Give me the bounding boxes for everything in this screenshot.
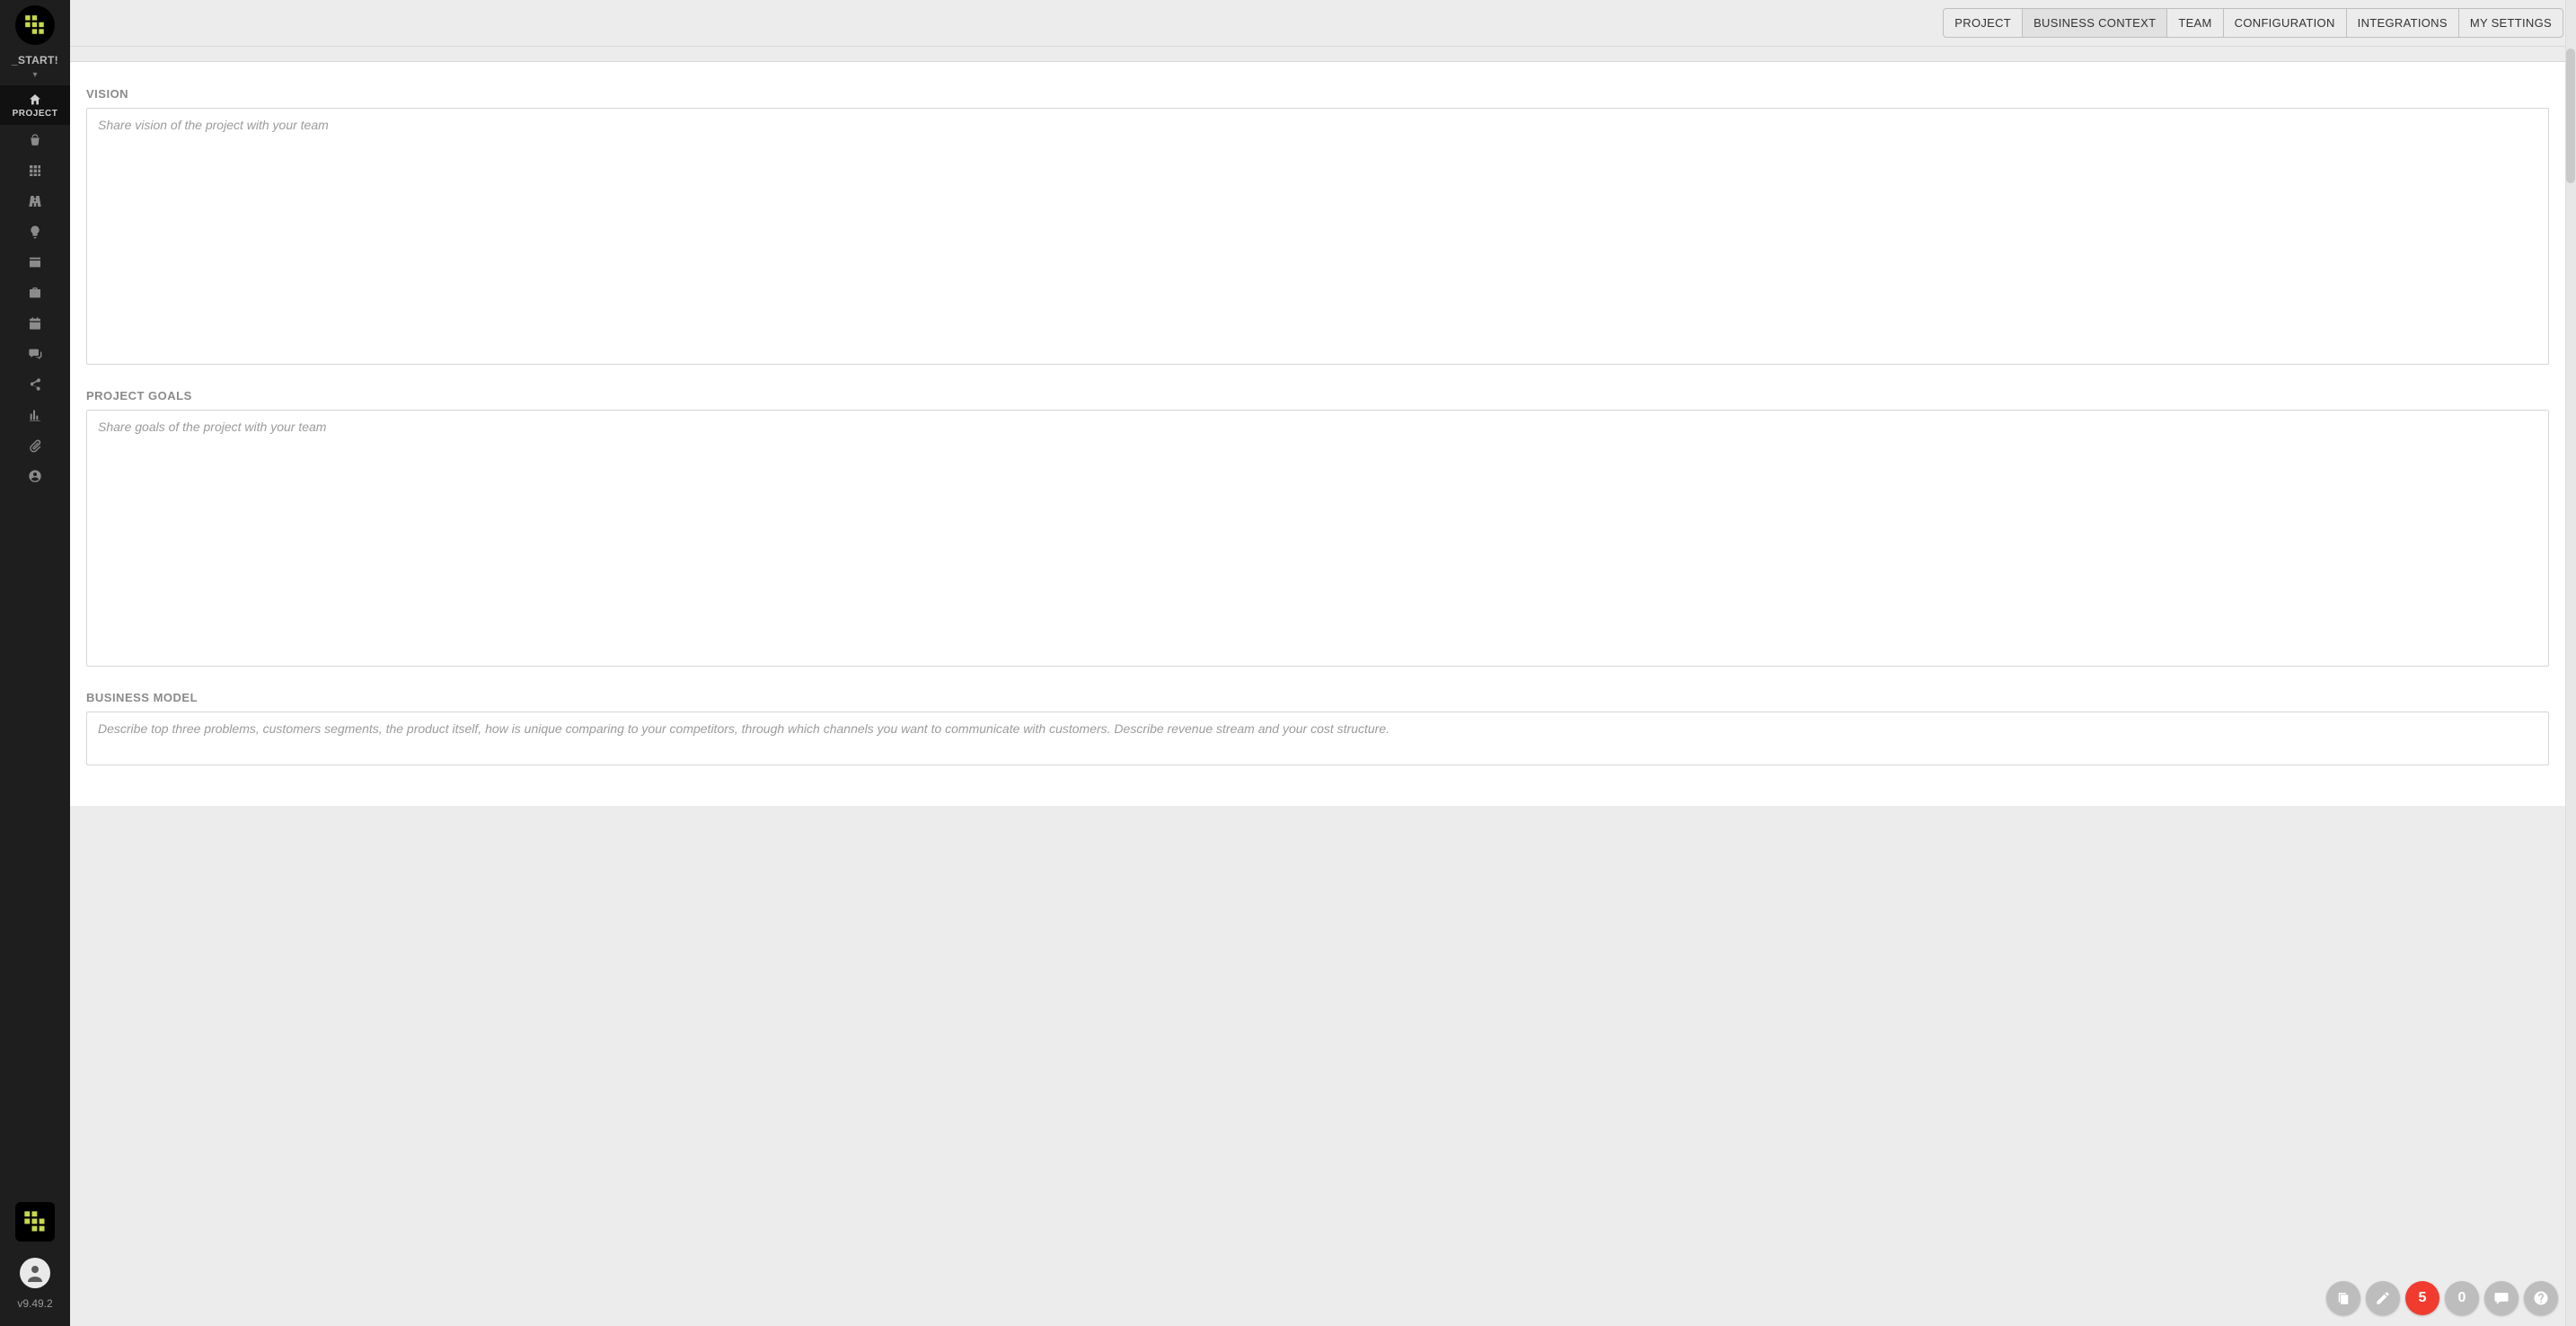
fab-notifications[interactable]: 5 xyxy=(2405,1281,2439,1315)
calendar-icon xyxy=(28,316,42,331)
user-avatar[interactable] xyxy=(0,1258,70,1288)
business-model-textarea[interactable] xyxy=(86,712,2549,765)
sidebar-item-attachments[interactable] xyxy=(0,430,70,461)
fab-chat[interactable] xyxy=(2484,1281,2519,1315)
sidebar-project-title[interactable]: _START! xyxy=(0,54,70,66)
top-tabs: PROJECT BUSINESS CONTEXT TEAM CONFIGURAT… xyxy=(1943,8,2563,38)
section-project-goals-label: PROJECT GOALS xyxy=(86,389,2549,402)
app-logo-icon[interactable] xyxy=(15,5,55,45)
tab-project[interactable]: PROJECT xyxy=(1943,8,2023,38)
board-icon xyxy=(28,255,42,270)
sidebar-item-road[interactable] xyxy=(0,186,70,217)
tab-integrations[interactable]: INTEGRATIONS xyxy=(2346,8,2459,38)
user-circle-icon xyxy=(28,469,42,483)
copy-icon xyxy=(2335,1290,2351,1306)
fab-copy[interactable] xyxy=(2326,1281,2360,1315)
chevron-down-icon[interactable]: ▾ xyxy=(0,70,70,80)
right-scrollbar[interactable] xyxy=(2565,0,2576,1326)
tab-business-context[interactable]: BUSINESS CONTEXT xyxy=(2022,8,2167,38)
bar-chart-icon xyxy=(28,408,42,422)
grid-logo-small-icon xyxy=(22,1209,48,1234)
sidebar-item-reports[interactable] xyxy=(0,400,70,430)
section-business-model-label: BUSINESS MODEL xyxy=(86,691,2549,704)
right-scrollbar-thumb[interactable] xyxy=(2566,49,2575,183)
content-scroll[interactable]: VISION PROJECT GOALS BUSINESS MODEL xyxy=(70,62,2565,1326)
tab-my-settings[interactable]: MY SETTINGS xyxy=(2458,8,2563,38)
sidebar: _START! ▾ PROJECT xyxy=(0,0,70,1326)
project-goals-textarea[interactable] xyxy=(86,410,2549,667)
brand-logo-bottom[interactable] xyxy=(0,1202,70,1242)
tab-configuration[interactable]: CONFIGURATION xyxy=(2223,8,2347,38)
sub-bar xyxy=(70,47,2565,62)
pencil-icon xyxy=(2375,1290,2391,1306)
sidebar-item-calendar[interactable] xyxy=(0,308,70,339)
main-area: PROJECT BUSINESS CONTEXT TEAM CONFIGURAT… xyxy=(70,0,2576,1326)
sidebar-item-label: PROJECT xyxy=(13,109,58,119)
sidebar-item-basket[interactable] xyxy=(0,125,70,155)
sidebar-item-account[interactable] xyxy=(0,461,70,491)
lightbulb-icon xyxy=(28,225,42,239)
version-label: v9.49.2 xyxy=(0,1297,70,1310)
chat-icon xyxy=(2493,1290,2510,1306)
app-logo-wrap xyxy=(0,0,70,45)
vision-textarea[interactable] xyxy=(86,108,2549,365)
sidebar-items: PROJECT xyxy=(0,85,70,491)
section-vision-label: VISION xyxy=(86,87,2549,101)
sidebar-item-project[interactable]: PROJECT xyxy=(0,85,70,125)
help-icon xyxy=(2533,1290,2549,1306)
share-icon xyxy=(28,377,42,392)
sidebar-item-comments[interactable] xyxy=(0,339,70,369)
section-business-model: BUSINESS MODEL xyxy=(86,691,2549,770)
avatar-icon xyxy=(24,1262,46,1284)
road-icon xyxy=(28,194,42,208)
fab-edit[interactable] xyxy=(2366,1281,2400,1315)
sidebar-item-share[interactable] xyxy=(0,369,70,400)
sidebar-item-modules[interactable] xyxy=(0,155,70,186)
briefcase-icon xyxy=(28,286,42,300)
grid-icon xyxy=(28,164,42,178)
grid-logo-icon xyxy=(23,13,47,37)
content: VISION PROJECT GOALS BUSINESS MODEL xyxy=(70,62,2565,806)
home-icon xyxy=(28,93,42,107)
section-project-goals: PROJECT GOALS xyxy=(86,389,2549,671)
sidebar-item-briefcase[interactable] xyxy=(0,278,70,308)
comments-icon xyxy=(28,347,42,361)
fab-counter[interactable]: 0 xyxy=(2445,1281,2479,1315)
section-vision: VISION xyxy=(86,87,2549,369)
sidebar-item-ideas[interactable] xyxy=(0,217,70,247)
sidebar-item-board[interactable] xyxy=(0,247,70,278)
paperclip-icon xyxy=(28,438,42,453)
top-bar: PROJECT BUSINESS CONTEXT TEAM CONFIGURAT… xyxy=(70,0,2576,47)
fab-help[interactable] xyxy=(2524,1281,2558,1315)
basket-icon xyxy=(28,133,42,147)
floating-action-row: 5 0 xyxy=(2326,1281,2558,1315)
tab-team[interactable]: TEAM xyxy=(2166,8,2223,38)
